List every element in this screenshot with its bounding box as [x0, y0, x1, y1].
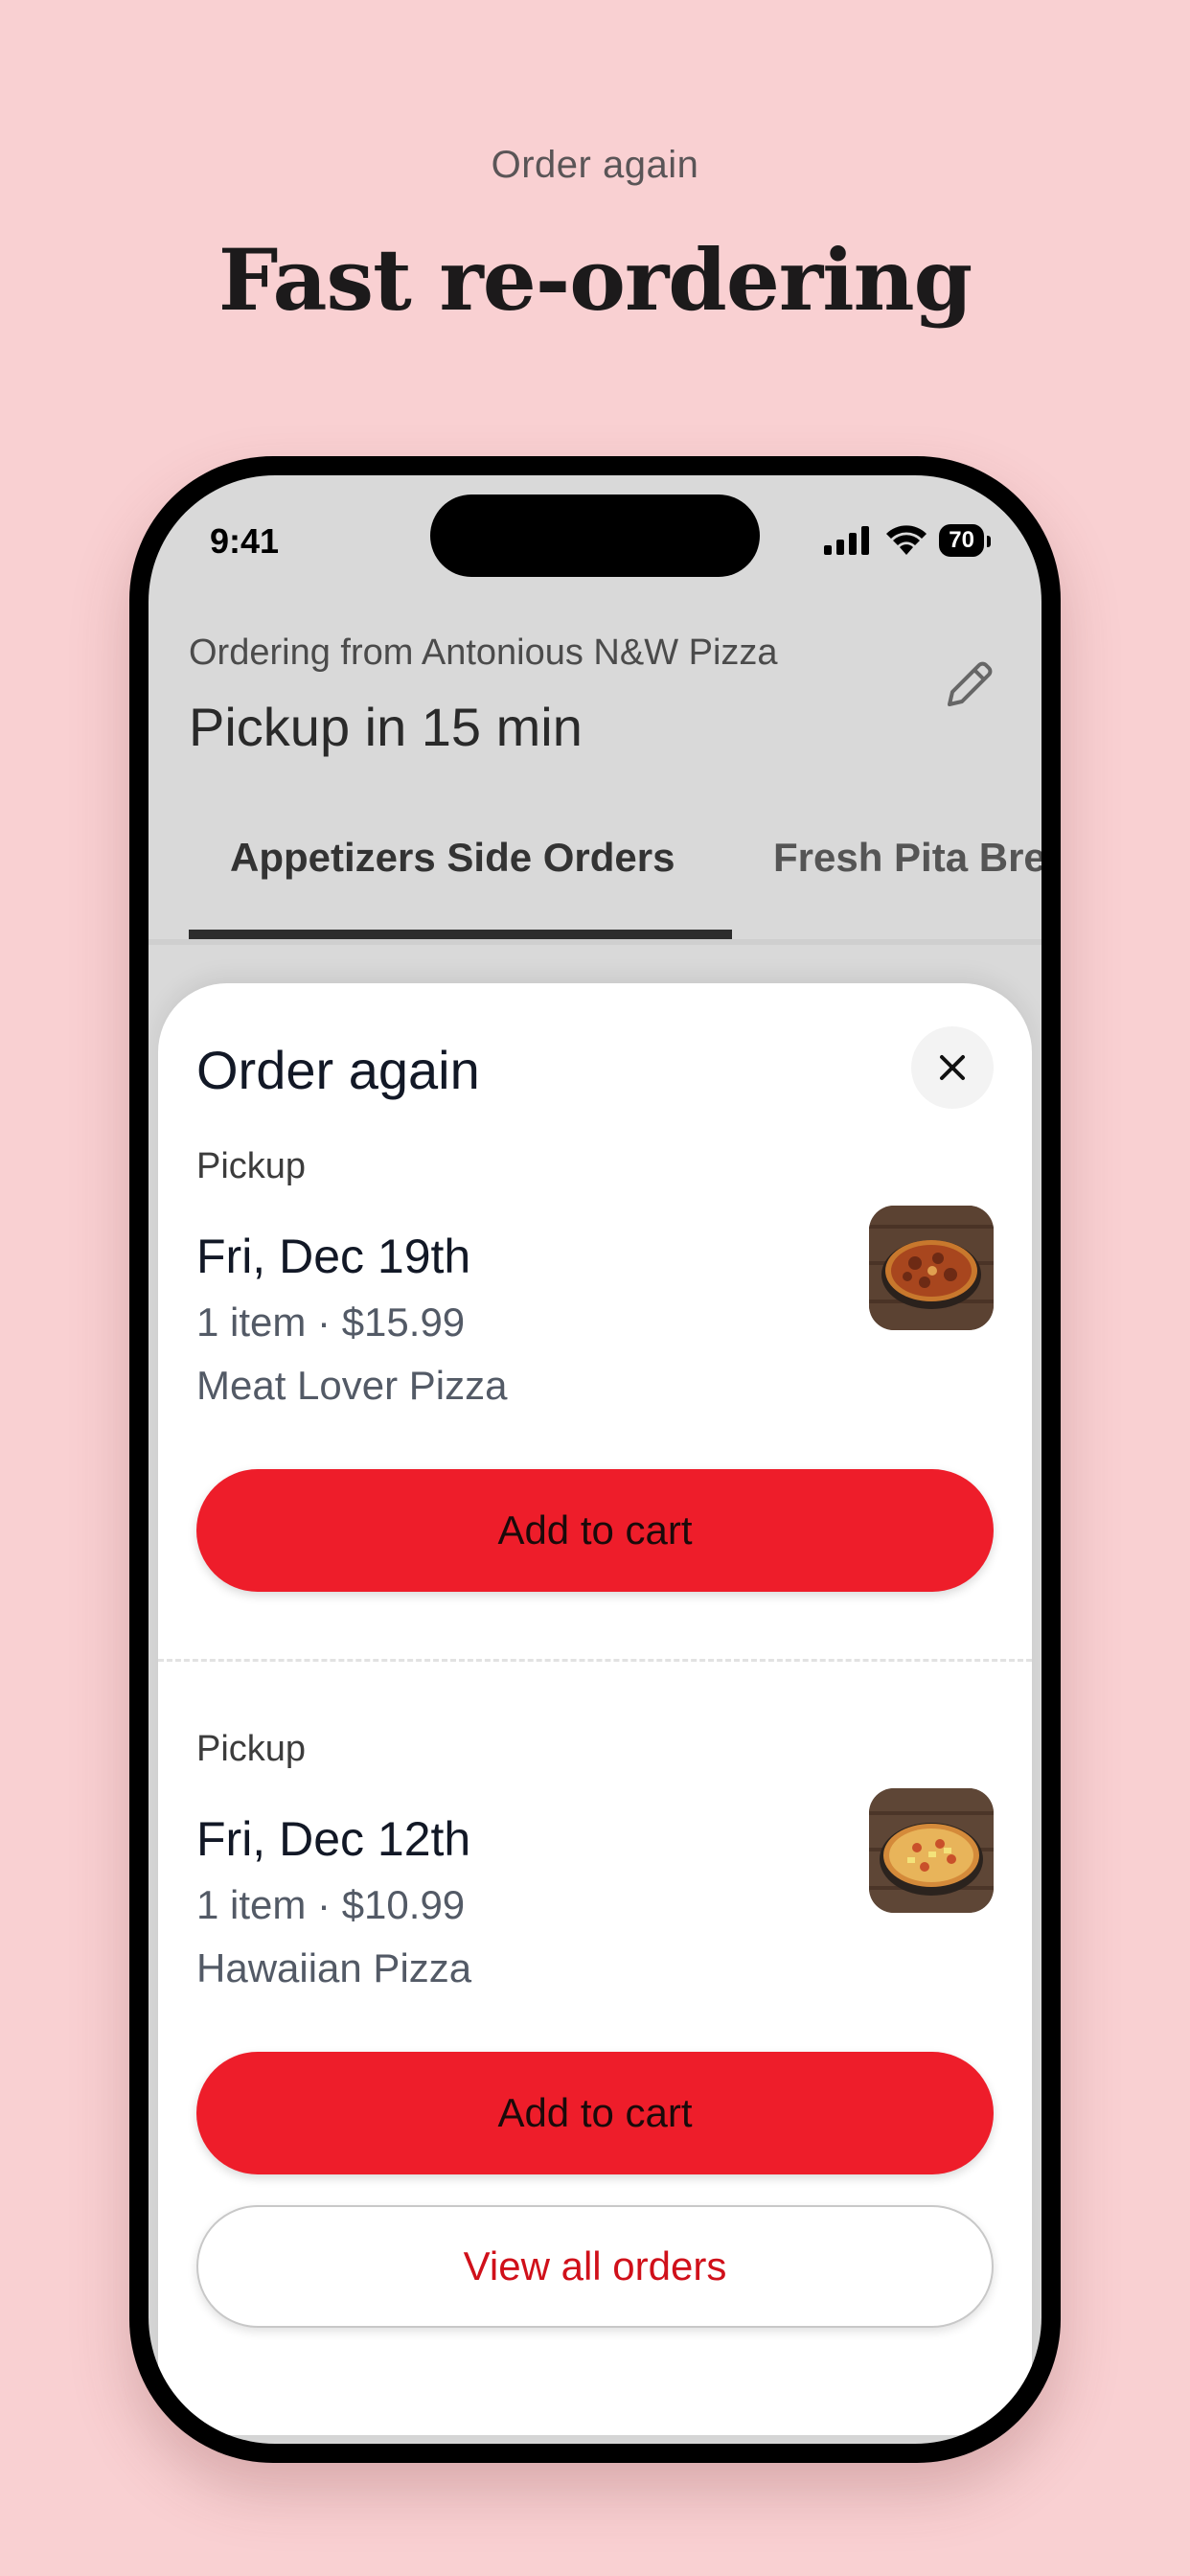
order-type-label: Pickup [196, 1146, 307, 1186]
hero-title: Fast re-ordering [217, 230, 973, 330]
order-date: Fri, Dec 12th [196, 1812, 471, 1866]
dynamic-island [430, 494, 760, 577]
tabs-divider [149, 939, 1041, 945]
view-all-orders-button[interactable]: View all orders [196, 2205, 994, 2328]
order-divider [158, 1659, 1032, 1662]
pizza-thumbnail [869, 1206, 994, 1330]
active-tab-indicator [189, 930, 732, 939]
order-date: Fri, Dec 19th [196, 1230, 471, 1283]
order-item-name: Hawaiian Pizza [196, 1945, 472, 1990]
add-to-cart-button[interactable]: Add to cart [196, 2052, 994, 2174]
pizza-thumbnail [869, 1788, 994, 1913]
signal-icon [824, 526, 870, 555]
order-summary: 1 item · $15.99 [196, 1300, 466, 1345]
tab-fresh-pita-bread[interactable]: Fresh Pita Bre [773, 835, 1041, 881]
order-summary: 1 item · $10.99 [196, 1882, 466, 1927]
order-type-label: Pickup [196, 1729, 307, 1769]
status-time: 9:41 [210, 521, 280, 561]
add-to-cart-button[interactable]: Add to cart [196, 1469, 994, 1592]
status-icons: 70 [824, 521, 991, 560]
sheet-title: Order again [196, 1040, 480, 1100]
battery-icon: 70 [939, 524, 991, 557]
category-tabs: Appetizers Side Orders Fresh Pita Bre [149, 796, 1041, 945]
phone-frame: 9:41 70 Ordering from Antonious N&W Pizz… [129, 456, 1061, 2463]
phone-screen: 9:41 70 Ordering from Antonious N&W Pizz… [149, 475, 1041, 2444]
close-icon [940, 1055, 965, 1080]
hero-kicker: Order again [491, 144, 699, 186]
order-item-name: Meat Lover Pizza [196, 1363, 508, 1408]
order-again-sheet: Order again Pickup Fri, Dec 19th 1 item … [158, 983, 1032, 2435]
tab-appetizers-side-orders[interactable]: Appetizers Side Orders [230, 835, 675, 881]
pickup-time[interactable]: Pickup in 15 min [189, 696, 583, 758]
close-button[interactable] [911, 1026, 994, 1109]
ordering-from-label: Ordering from Antonious N&W Pizza [189, 632, 778, 673]
pencil-icon[interactable] [936, 651, 1003, 718]
wifi-icon [886, 525, 927, 555]
